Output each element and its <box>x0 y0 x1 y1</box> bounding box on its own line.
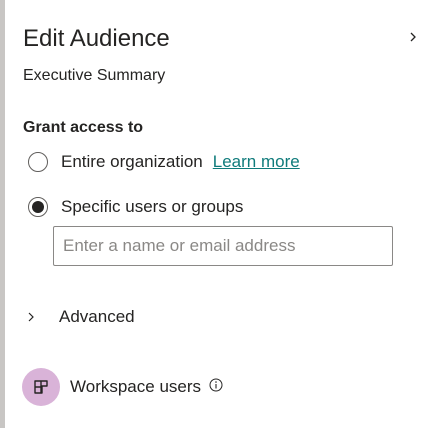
radio-button-selected[interactable] <box>28 197 48 217</box>
radio-selected-dot <box>32 201 44 213</box>
advanced-label: Advanced <box>59 307 135 326</box>
radio-button-unselected[interactable] <box>28 152 48 172</box>
pane-left-border <box>0 0 5 428</box>
advanced-toggle[interactable]: Advanced <box>25 305 135 329</box>
collapse-pane-button[interactable] <box>404 27 422 47</box>
people-picker-input[interactable] <box>53 226 393 266</box>
radio-entire-organization[interactable]: Entire organization Learn more <box>28 150 300 174</box>
grant-access-label: Grant access to <box>23 119 144 136</box>
radio-label-entire-organization: Entire organization <box>61 152 203 171</box>
workspace-users-label: Workspace users <box>70 377 202 396</box>
chevron-right-icon <box>410 32 416 42</box>
report-name: Executive Summary <box>23 67 166 84</box>
pane-title: Edit Audience <box>23 25 170 52</box>
learn-more-link[interactable]: Learn more <box>213 152 300 172</box>
edit-audience-pane: Edit Audience Executive Summary Grant ac… <box>0 0 425 428</box>
info-icon[interactable] <box>209 378 223 392</box>
radio-specific-users[interactable]: Specific users or groups <box>28 195 243 219</box>
workspace-avatar <box>22 368 60 406</box>
workspace-icon <box>34 380 48 394</box>
workspace-users-row: Workspace users <box>22 368 223 406</box>
radio-label-specific-users: Specific users or groups <box>61 197 244 216</box>
chevron-right-icon <box>28 312 34 322</box>
